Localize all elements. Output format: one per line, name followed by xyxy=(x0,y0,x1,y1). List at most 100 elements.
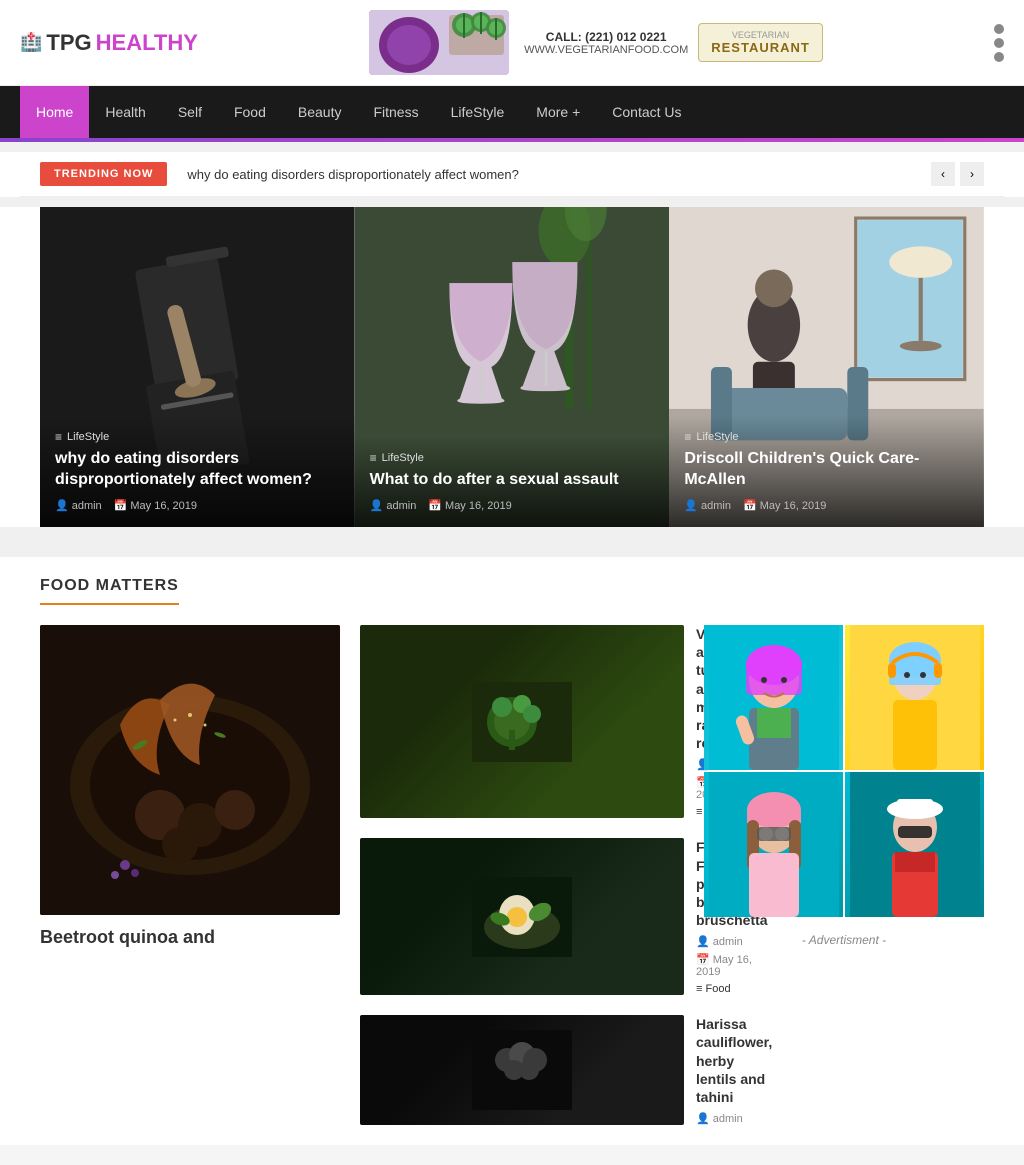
header-center: CALL: (221) 012 0221 WWW.VEGETARIANFOOD.… xyxy=(369,10,823,75)
food-list-item-3[interactable]: Harissa cauliflower, herby lentils and t… xyxy=(360,1015,684,1125)
hero-cards: ≡ LifeStyle why do eating disorders disp… xyxy=(40,207,984,527)
nav-item-lifestyle[interactable]: LifeStyle xyxy=(435,86,521,138)
hero-card-1[interactable]: ≡ LifeStyle why do eating disorders disp… xyxy=(40,207,355,527)
sidebar-images: - Advertisment - xyxy=(704,625,984,1125)
hero-card-2-date: 📅 May 16, 2019 xyxy=(428,499,511,512)
advertisment-label: - Advertisment - xyxy=(704,933,984,947)
phone-number: CALL: (221) 012 0221 xyxy=(524,30,688,44)
trending-next-button[interactable]: › xyxy=(960,162,984,186)
hero-card-3[interactable]: ≡ LifeStyle Driscoll Children's Quick Ca… xyxy=(669,207,984,527)
hero-card-3-category-label: LifeStyle xyxy=(696,431,738,443)
logo-suffix: HEALTHY xyxy=(96,30,198,56)
food-matters-inner: FOOD MATTERS xyxy=(20,557,1004,1145)
hero-card-2-meta: 👤 admin 📅 May 16, 2019 xyxy=(370,499,655,512)
hero-card-3-author: 👤 admin xyxy=(684,499,731,512)
social-icon-2[interactable] xyxy=(994,38,1004,48)
hero-card-2[interactable]: ≡ LifeStyle What to do after a sexual as… xyxy=(355,207,670,527)
hero-card-2-author: 👤 admin xyxy=(370,499,417,512)
nav-link-fitness[interactable]: Fitness xyxy=(357,86,434,138)
food-main-card[interactable]: Beetroot quinoa and xyxy=(40,625,340,1125)
hero-card-3-title: Driscoll Children's Quick Care-McAllen xyxy=(684,449,969,491)
header-food-image xyxy=(369,10,509,75)
hero-card-3-date: 📅 May 16, 2019 xyxy=(743,499,826,512)
trending-text: why do eating disorders disproportionate… xyxy=(187,167,931,182)
food-matters-title: FOOD MATTERS xyxy=(40,577,179,605)
sidebar-img-3 xyxy=(704,772,843,917)
logo-prefix: TPG xyxy=(46,30,91,56)
nav-item-health[interactable]: Health xyxy=(89,86,161,138)
hero-card-1-author: 👤 admin xyxy=(55,499,102,512)
trending-label: TRENDING NOW xyxy=(40,162,167,186)
food-list: Vegan almond, turmeric and kale miso ram… xyxy=(360,625,684,1125)
nav-item-beauty[interactable]: Beauty xyxy=(282,86,358,138)
category-icon-3: ≡ xyxy=(684,430,691,444)
sidebar-image-grid xyxy=(704,625,984,915)
food-thumb-2 xyxy=(360,838,684,995)
hero-card-3-overlay: ≡ LifeStyle Driscoll Children's Quick Ca… xyxy=(669,415,984,527)
hero-card-1-overlay: ≡ LifeStyle why do eating disorders disp… xyxy=(40,415,355,527)
website-url: WWW.VEGETARIANFOOD.COM xyxy=(524,44,688,56)
hero-card-2-title: What to do after a sexual assault xyxy=(370,470,655,491)
author-icon-3: 👤 xyxy=(684,499,698,512)
sidebar-img-2 xyxy=(845,625,984,770)
nav-link-more[interactable]: More + xyxy=(520,86,596,138)
food-matters-section: FOOD MATTERS xyxy=(0,557,1024,1145)
nav-item-contact[interactable]: Contact Us xyxy=(596,86,697,138)
trending-bar: TRENDING NOW why do eating disorders dis… xyxy=(20,152,1004,197)
nav-link-contact[interactable]: Contact Us xyxy=(596,86,697,138)
sidebar-img-4 xyxy=(845,772,984,917)
hero-section: ≡ LifeStyle why do eating disorders disp… xyxy=(0,207,1024,527)
food-matters-grid: Beetroot quinoa and xyxy=(40,625,984,1125)
nav-accent-line xyxy=(0,138,1024,142)
food-list-item-2[interactable]: Fibre February: pea and bean bruschetta … xyxy=(360,838,684,995)
hero-card-3-meta: 👤 admin 📅 May 16, 2019 xyxy=(684,499,969,512)
nav-item-food[interactable]: Food xyxy=(218,86,282,138)
restaurant-badge: VEGETARIAN RESTAURANT xyxy=(698,23,823,62)
category-icon-2: ≡ xyxy=(370,451,377,465)
calendar-icon-2: 📅 xyxy=(428,499,442,512)
nav-link-beauty[interactable]: Beauty xyxy=(282,86,358,138)
main-nav: Home Health Self Food Beauty Fitness Lif… xyxy=(0,86,1024,138)
nav-link-food[interactable]: Food xyxy=(218,86,282,138)
badge-main-label: RESTAURANT xyxy=(711,40,810,55)
logo-icon: 🏥 xyxy=(20,32,42,53)
nav-link-lifestyle[interactable]: LifeStyle xyxy=(435,86,521,138)
nav-item-fitness[interactable]: Fitness xyxy=(357,86,434,138)
social-icon-1[interactable] xyxy=(994,24,1004,34)
hero-card-2-overlay: ≡ LifeStyle What to do after a sexual as… xyxy=(355,436,670,527)
food-thumb-3 xyxy=(360,1015,684,1125)
trending-prev-button[interactable]: ‹ xyxy=(931,162,955,186)
trending-nav: ‹ › xyxy=(931,162,984,186)
top-social-icons[interactable] xyxy=(994,24,1004,62)
hero-card-2-category: ≡ LifeStyle xyxy=(370,451,655,465)
nav-item-self[interactable]: Self xyxy=(162,86,218,138)
food-thumb-1 xyxy=(360,625,684,818)
trending-wrapper: TRENDING NOW why do eating disorders dis… xyxy=(0,152,1024,197)
author-icon: 👤 xyxy=(55,499,69,512)
hero-card-1-category: ≡ LifeStyle xyxy=(55,430,340,444)
top-header: 🏥 TPG HEALTHY xyxy=(0,0,1024,86)
nav-item-home[interactable]: Home xyxy=(20,86,89,138)
sidebar-img-1 xyxy=(704,625,843,770)
category-icon: ≡ xyxy=(55,430,62,444)
hero-card-1-date: 📅 May 16, 2019 xyxy=(114,499,197,512)
hero-card-2-category-label: LifeStyle xyxy=(382,452,424,464)
header-contact: CALL: (221) 012 0221 WWW.VEGETARIANFOOD.… xyxy=(524,30,688,56)
nav-link-home[interactable]: Home xyxy=(20,86,89,138)
calendar-icon: 📅 xyxy=(114,499,128,512)
hero-card-1-meta: 👤 admin 📅 May 16, 2019 xyxy=(55,499,340,512)
food-main-card-title: Beetroot quinoa and xyxy=(40,925,340,950)
hero-card-1-category-label: LifeStyle xyxy=(67,431,109,443)
badge-sub-label: VEGETARIAN xyxy=(711,30,810,40)
food-main-image xyxy=(40,625,340,915)
nav-item-more[interactable]: More + xyxy=(520,86,596,138)
hero-card-1-title: why do eating disorders disproportionate… xyxy=(55,449,340,491)
food-list-item-1[interactable]: Vegan almond, turmeric and kale miso ram… xyxy=(360,625,684,818)
author-icon-2: 👤 xyxy=(370,499,384,512)
social-icon-3[interactable] xyxy=(994,52,1004,62)
site-logo[interactable]: 🏥 TPG HEALTHY xyxy=(20,30,198,56)
nav-link-self[interactable]: Self xyxy=(162,86,218,138)
hero-card-3-category: ≡ LifeStyle xyxy=(684,430,969,444)
calendar-icon-3: 📅 xyxy=(743,499,757,512)
nav-link-health[interactable]: Health xyxy=(89,86,161,138)
